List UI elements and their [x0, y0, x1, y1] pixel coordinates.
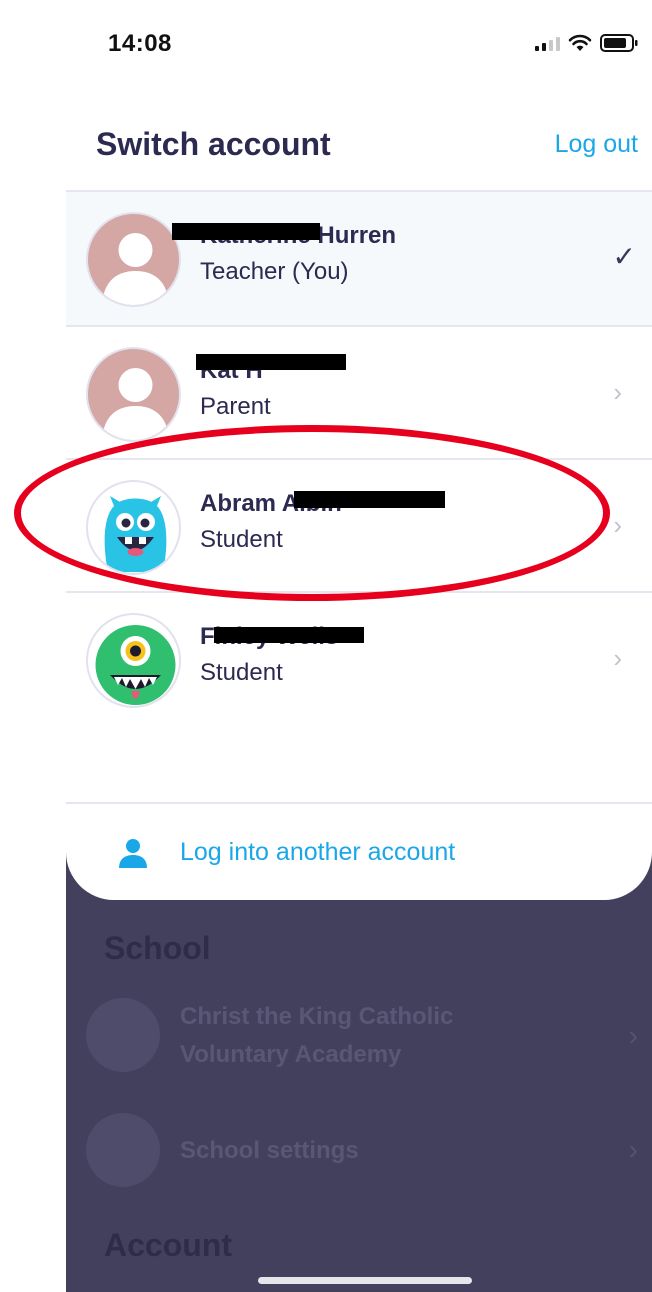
avatar	[86, 212, 181, 307]
account-row-teacher[interactable]: Katherine Hurren Teacher (You) ✓	[66, 192, 652, 325]
status-time: 14:08	[108, 30, 172, 57]
log-into-another-account-label: Log into another account	[180, 838, 456, 866]
redaction-bar	[214, 627, 364, 643]
cellular-signal-icon	[535, 35, 560, 51]
account-role: Student	[200, 659, 283, 686]
chevron-right-icon: ›	[613, 643, 622, 673]
user-icon	[119, 839, 147, 868]
status-icons	[535, 34, 638, 52]
school-building-icon	[86, 998, 160, 1072]
account-heading: Account	[104, 1227, 232, 1263]
chevron-right-icon: ›	[628, 1134, 638, 1165]
gear-icon	[86, 1113, 160, 1187]
avatar	[86, 613, 181, 708]
logout-button[interactable]: Log out	[555, 130, 638, 159]
account-row-student-2[interactable]: Finley Wells Student ›	[66, 593, 652, 726]
log-into-another-account-button[interactable]: Log into another account	[66, 810, 652, 900]
wifi-icon	[568, 34, 592, 51]
school-name-line2: Voluntary Academy	[180, 1041, 402, 1068]
battery-icon	[600, 34, 638, 52]
account-role: Teacher (You)	[200, 258, 349, 285]
sheet-title: Switch account	[96, 126, 331, 162]
chevron-right-icon: ›	[613, 377, 622, 407]
redaction-bar	[172, 223, 320, 240]
default-user-icon	[102, 233, 169, 305]
school-heading: School	[104, 930, 211, 966]
school-name: Christ the King Catholic Voluntary Acade…	[180, 998, 453, 1074]
status-bar: 14:08	[0, 0, 652, 90]
annotation-circle	[14, 425, 610, 601]
home-indicator[interactable]	[258, 1277, 472, 1284]
default-user-icon	[102, 368, 169, 440]
avatar	[86, 347, 181, 442]
divider	[66, 802, 652, 804]
checkmark-icon: ✓	[612, 241, 636, 272]
chevron-right-icon: ›	[628, 1020, 638, 1051]
school-settings-label: School settings	[180, 1137, 359, 1164]
green-monster-avatar-icon	[95, 625, 176, 705]
school-name-line1: Christ the King Catholic	[180, 1003, 454, 1030]
chevron-right-icon: ›	[613, 510, 622, 540]
account-role: Parent	[200, 393, 271, 420]
redaction-bar	[196, 354, 346, 370]
